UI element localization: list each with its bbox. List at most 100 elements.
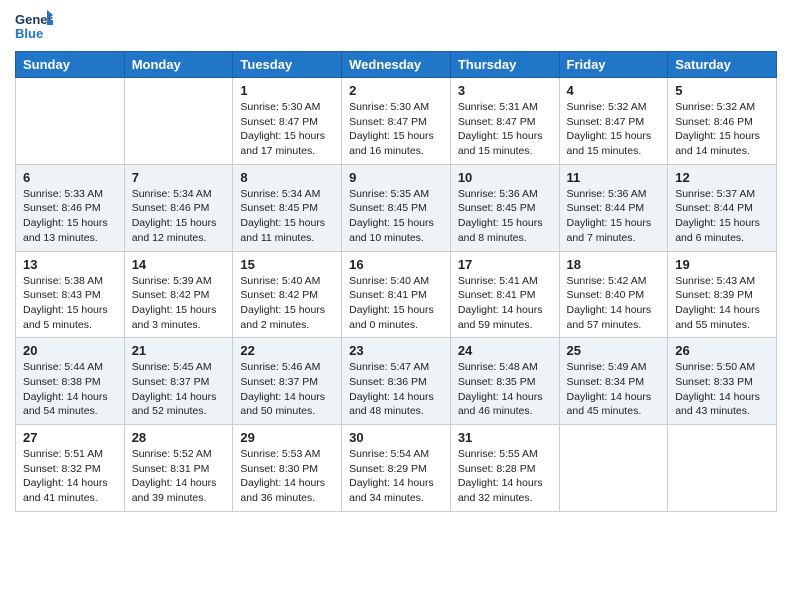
day-info: Sunrise: 5:30 AM Sunset: 8:47 PM Dayligh… [349, 100, 443, 159]
day-number: 31 [458, 430, 552, 445]
calendar-table: Sunday Monday Tuesday Wednesday Thursday… [15, 51, 777, 512]
day-number: 2 [349, 83, 443, 98]
day-info: Sunrise: 5:32 AM Sunset: 8:46 PM Dayligh… [675, 100, 769, 159]
calendar-cell-w5-d1: 27 Sunrise: 5:51 AM Sunset: 8:32 PM Dayli… [16, 425, 125, 512]
day-info: Sunrise: 5:44 AM Sunset: 8:38 PM Dayligh… [23, 360, 117, 419]
day-info: Sunrise: 5:42 AM Sunset: 8:40 PM Dayligh… [567, 274, 661, 333]
calendar-cell-w1-d4: 2 Sunrise: 5:30 AM Sunset: 8:47 PM Daylig… [342, 78, 451, 165]
day-number: 30 [349, 430, 443, 445]
day-info: Sunrise: 5:54 AM Sunset: 8:29 PM Dayligh… [349, 447, 443, 506]
calendar-week-5: 27 Sunrise: 5:51 AM Sunset: 8:32 PM Dayli… [16, 425, 777, 512]
calendar-cell-w3-d4: 16Sunrise: 5:40 AM Sunset: 8:41 PM Dayli… [342, 251, 451, 338]
day-number: 15 [240, 257, 334, 272]
day-info: Sunrise: 5:31 AM Sunset: 8:47 PM Dayligh… [458, 100, 552, 159]
col-saturday: Saturday [668, 52, 777, 78]
day-number: 25 [567, 343, 661, 358]
day-info: Sunrise: 5:48 AM Sunset: 8:35 PM Dayligh… [458, 360, 552, 419]
day-info: Sunrise: 5:45 AM Sunset: 8:37 PM Dayligh… [132, 360, 226, 419]
calendar-cell-w1-d6: 4 Sunrise: 5:32 AM Sunset: 8:47 PM Daylig… [559, 78, 668, 165]
day-number: 10 [458, 170, 552, 185]
day-info: Sunrise: 5:49 AM Sunset: 8:34 PM Dayligh… [567, 360, 661, 419]
day-info: Sunrise: 5:47 AM Sunset: 8:36 PM Dayligh… [349, 360, 443, 419]
calendar-cell-w4-d2: 21 Sunrise: 5:45 AM Sunset: 8:37 PM Dayli… [124, 338, 233, 425]
day-info: Sunrise: 5:55 AM Sunset: 8:28 PM Dayligh… [458, 447, 552, 506]
day-info: Sunrise: 5:51 AM Sunset: 8:32 PM Dayligh… [23, 447, 117, 506]
day-info: Sunrise: 5:35 AM Sunset: 8:45 PM Dayligh… [349, 187, 443, 246]
calendar-cell-w3-d2: 14 Sunrise: 5:39 AM Sunset: 8:42 PM Dayli… [124, 251, 233, 338]
day-number: 24 [458, 343, 552, 358]
day-info: Sunrise: 5:36 AM Sunset: 8:44 PM Dayligh… [567, 187, 661, 246]
calendar-cell-w3-d6: 18 Sunrise: 5:42 AM Sunset: 8:40 PM Dayli… [559, 251, 668, 338]
day-info: Sunrise: 5:34 AM Sunset: 8:45 PM Dayligh… [240, 187, 334, 246]
calendar-cell-w3-d1: 13 Sunrise: 5:38 AM Sunset: 8:43 PM Dayli… [16, 251, 125, 338]
day-info: Sunrise: 5:38 AM Sunset: 8:43 PM Dayligh… [23, 274, 117, 333]
day-info: Sunrise: 5:30 AM Sunset: 8:47 PM Dayligh… [240, 100, 334, 159]
day-info: Sunrise: 5:33 AM Sunset: 8:46 PM Dayligh… [23, 187, 117, 246]
day-number: 1 [240, 83, 334, 98]
calendar-week-1: 1 Sunrise: 5:30 AM Sunset: 8:47 PM Daylig… [16, 78, 777, 165]
day-info: Sunrise: 5:37 AM Sunset: 8:44 PM Dayligh… [675, 187, 769, 246]
calendar-cell-w2-d4: 9 Sunrise: 5:35 AM Sunset: 8:45 PM Daylig… [342, 164, 451, 251]
day-number: 5 [675, 83, 769, 98]
calendar-cell-w1-d7: 5 Sunrise: 5:32 AM Sunset: 8:46 PM Daylig… [668, 78, 777, 165]
calendar-cell-w3-d5: 17 Sunrise: 5:41 AM Sunset: 8:41 PM Dayli… [450, 251, 559, 338]
day-number: 18 [567, 257, 661, 272]
calendar-cell-w1-d2 [124, 78, 233, 165]
calendar-cell-w5-d4: 30 Sunrise: 5:54 AM Sunset: 8:29 PM Dayli… [342, 425, 451, 512]
day-info: Sunrise: 5:40 AM Sunset: 8:42 PM Dayligh… [240, 274, 334, 333]
calendar-cell-w4-d1: 20Sunrise: 5:44 AM Sunset: 8:38 PM Dayli… [16, 338, 125, 425]
day-number: 9 [349, 170, 443, 185]
day-info: Sunrise: 5:52 AM Sunset: 8:31 PM Dayligh… [132, 447, 226, 506]
col-tuesday: Tuesday [233, 52, 342, 78]
day-number: 17 [458, 257, 552, 272]
calendar-cell-w4-d7: 26Sunrise: 5:50 AM Sunset: 8:33 PM Dayli… [668, 338, 777, 425]
day-number: 16 [349, 257, 443, 272]
calendar-cell-w2-d2: 7 Sunrise: 5:34 AM Sunset: 8:46 PM Daylig… [124, 164, 233, 251]
day-info: Sunrise: 5:43 AM Sunset: 8:39 PM Dayligh… [675, 274, 769, 333]
calendar-cell-w2-d1: 6 Sunrise: 5:33 AM Sunset: 8:46 PM Daylig… [16, 164, 125, 251]
day-number: 12 [675, 170, 769, 185]
day-number: 21 [132, 343, 226, 358]
day-number: 13 [23, 257, 117, 272]
calendar-cell-w3-d7: 19 Sunrise: 5:43 AM Sunset: 8:39 PM Dayli… [668, 251, 777, 338]
calendar-cell-w4-d5: 24 Sunrise: 5:48 AM Sunset: 8:35 PM Dayli… [450, 338, 559, 425]
day-number: 7 [132, 170, 226, 185]
col-thursday: Thursday [450, 52, 559, 78]
calendar-cell-w1-d3: 1 Sunrise: 5:30 AM Sunset: 8:47 PM Daylig… [233, 78, 342, 165]
calendar-cell-w5-d5: 31 Sunrise: 5:55 AM Sunset: 8:28 PM Dayli… [450, 425, 559, 512]
day-number: 27 [23, 430, 117, 445]
day-info: Sunrise: 5:46 AM Sunset: 8:37 PM Dayligh… [240, 360, 334, 419]
svg-text:Blue: Blue [15, 26, 43, 41]
day-info: Sunrise: 5:53 AM Sunset: 8:30 PM Dayligh… [240, 447, 334, 506]
day-number: 23 [349, 343, 443, 358]
col-sunday: Sunday [16, 52, 125, 78]
calendar-header-row: Sunday Monday Tuesday Wednesday Thursday… [16, 52, 777, 78]
calendar-cell-w4-d4: 23 Sunrise: 5:47 AM Sunset: 8:36 PM Dayli… [342, 338, 451, 425]
calendar-cell-w1-d1 [16, 78, 125, 165]
calendar-cell-w2-d5: 10 Sunrise: 5:36 AM Sunset: 8:45 PM Dayli… [450, 164, 559, 251]
logo-svg: General Blue [15, 10, 53, 46]
calendar-week-3: 13 Sunrise: 5:38 AM Sunset: 8:43 PM Dayli… [16, 251, 777, 338]
day-number: 22 [240, 343, 334, 358]
day-number: 19 [675, 257, 769, 272]
day-number: 4 [567, 83, 661, 98]
calendar-cell-w1-d5: 3Sunrise: 5:31 AM Sunset: 8:47 PM Daylig… [450, 78, 559, 165]
day-info: Sunrise: 5:32 AM Sunset: 8:47 PM Dayligh… [567, 100, 661, 159]
calendar-cell-w2-d6: 11 Sunrise: 5:36 AM Sunset: 8:44 PM Dayli… [559, 164, 668, 251]
day-number: 6 [23, 170, 117, 185]
day-number: 8 [240, 170, 334, 185]
calendar-cell-w5-d2: 28Sunrise: 5:52 AM Sunset: 8:31 PM Dayli… [124, 425, 233, 512]
col-wednesday: Wednesday [342, 52, 451, 78]
page: General Blue Sunday Monday Tuesday Wedne… [0, 0, 792, 527]
day-number: 14 [132, 257, 226, 272]
calendar-cell-w5-d3: 29Sunrise: 5:53 AM Sunset: 8:30 PM Dayli… [233, 425, 342, 512]
day-info: Sunrise: 5:36 AM Sunset: 8:45 PM Dayligh… [458, 187, 552, 246]
calendar-cell-w2-d7: 12 Sunrise: 5:37 AM Sunset: 8:44 PM Dayli… [668, 164, 777, 251]
day-info: Sunrise: 5:34 AM Sunset: 8:46 PM Dayligh… [132, 187, 226, 246]
calendar-week-2: 6 Sunrise: 5:33 AM Sunset: 8:46 PM Daylig… [16, 164, 777, 251]
day-info: Sunrise: 5:39 AM Sunset: 8:42 PM Dayligh… [132, 274, 226, 333]
day-number: 11 [567, 170, 661, 185]
calendar-cell-w5-d7 [668, 425, 777, 512]
day-info: Sunrise: 5:41 AM Sunset: 8:41 PM Dayligh… [458, 274, 552, 333]
header: General Blue [15, 10, 777, 46]
